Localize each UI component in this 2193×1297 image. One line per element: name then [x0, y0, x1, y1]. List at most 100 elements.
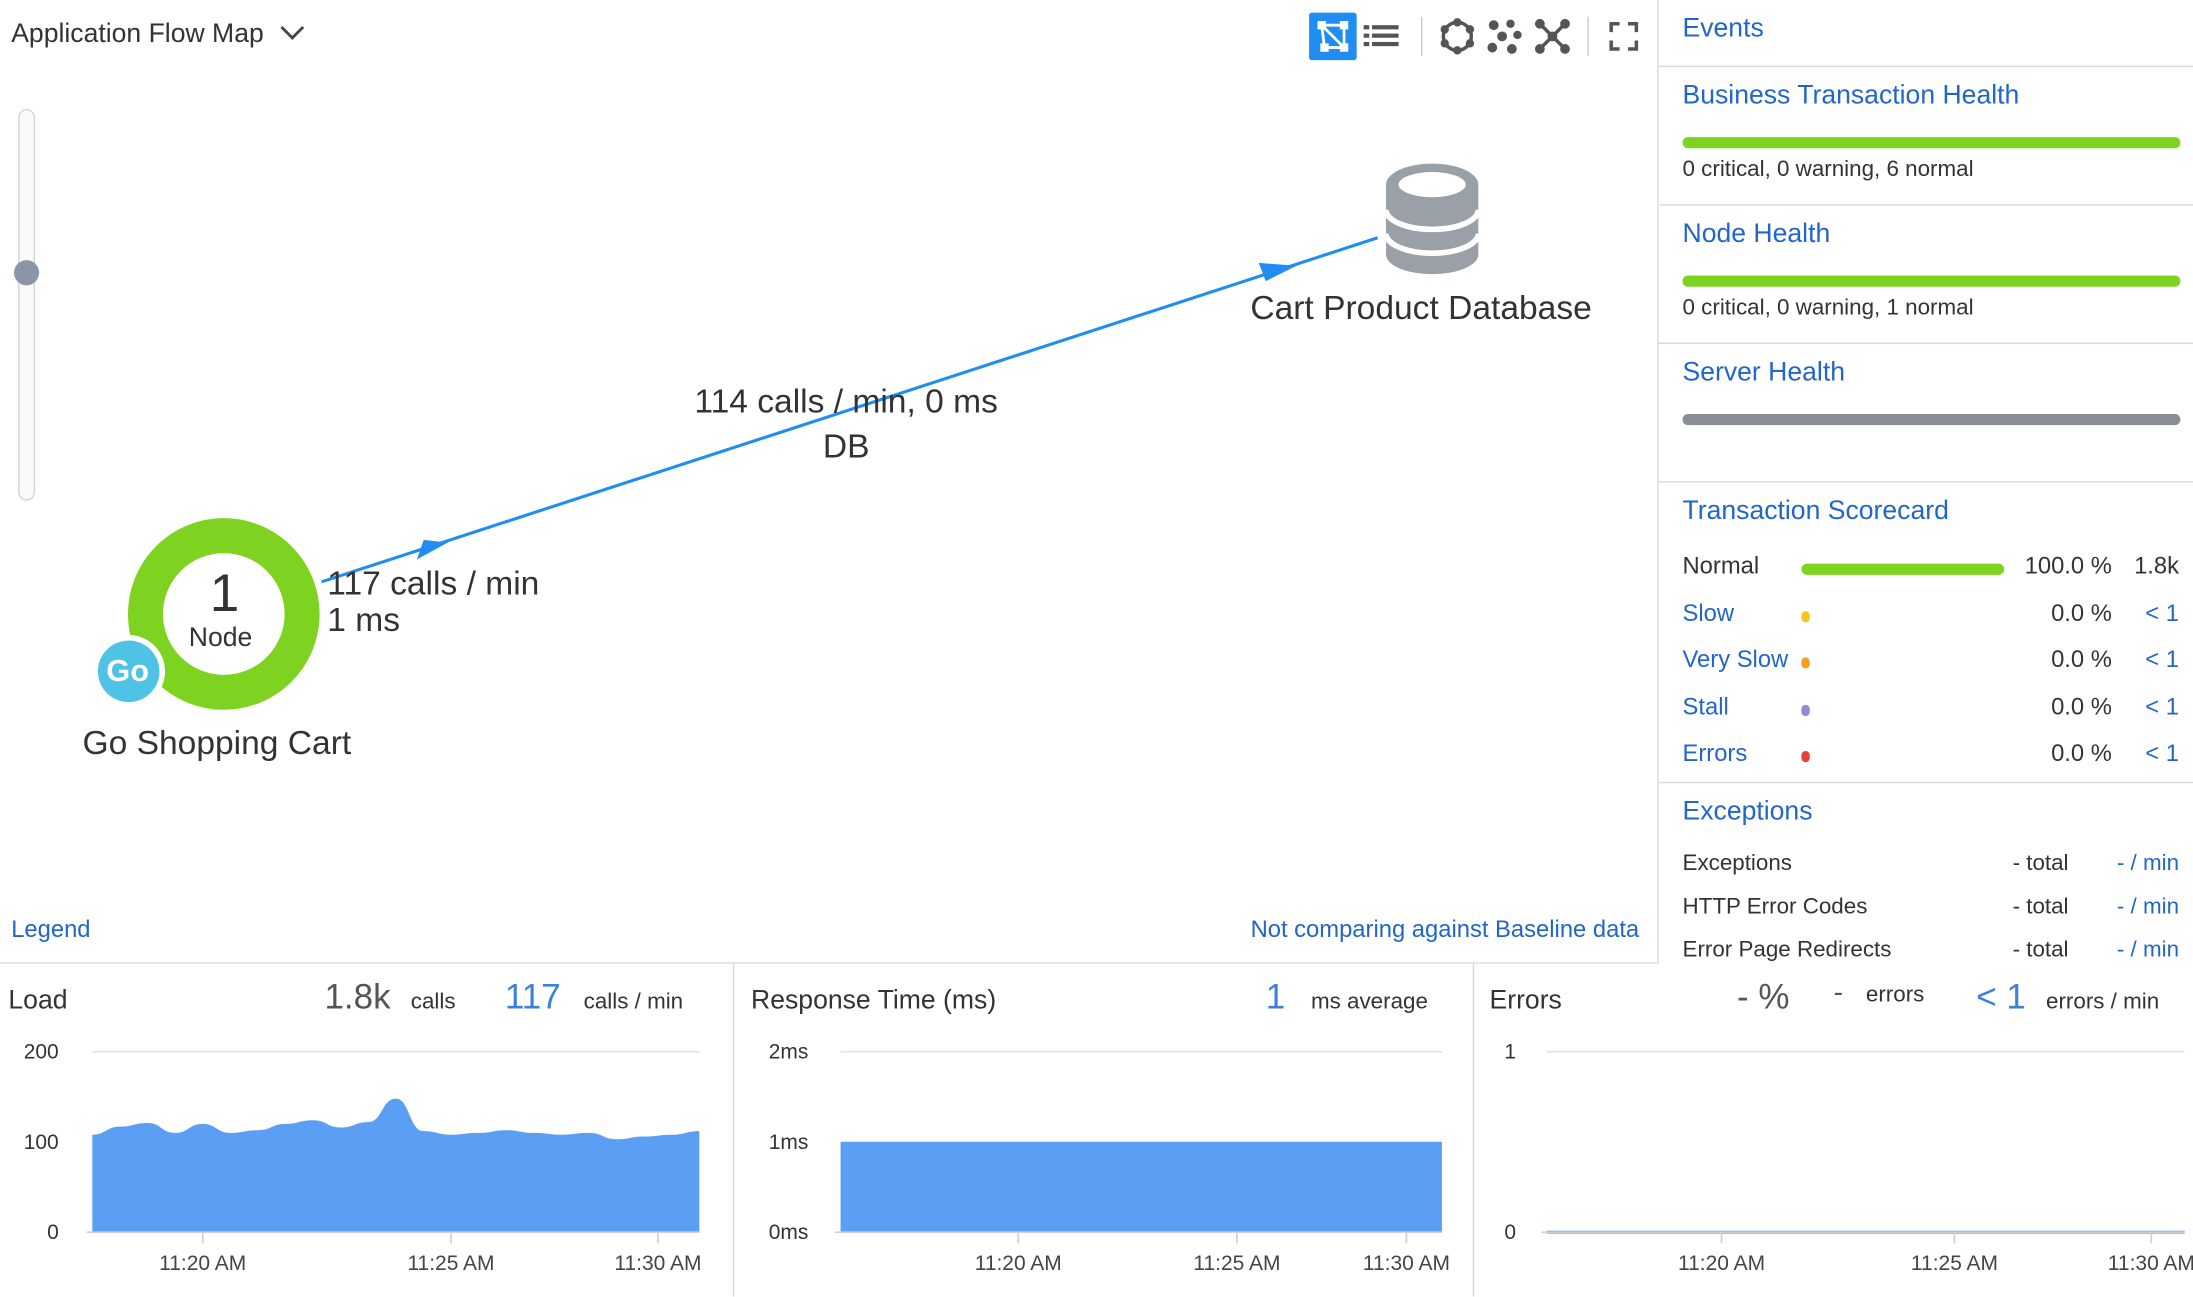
scorecard-status-dot [1801, 610, 1810, 622]
x-tick-label: 11:25 AM [407, 1252, 494, 1275]
errors-rate-value: < 1 [1976, 977, 2026, 1017]
y-tick-label: 2ms [769, 1041, 809, 1064]
server-health-bar[interactable] [1682, 413, 2181, 426]
scorecard-row-percent: 0.0 % [2051, 599, 2112, 626]
y-tick-label: 200 [24, 1041, 59, 1064]
load-chart[interactable]: 0 100 200 11:20 AM 11:25 AM 11:30 AM [0, 1034, 733, 1297]
errors-panel: Errors - % - errors < 1 errors / min 011… [1474, 964, 2193, 1297]
y-tick-label: 1 [1504, 1041, 1516, 1064]
exceptions-section: Exceptions Exceptions - total - / min HTTP … [1659, 783, 2193, 962]
events-link[interactable]: Events [1683, 14, 1764, 45]
scorecard-row-slow[interactable]: Slow 0.0 % < 1 [1659, 599, 2193, 633]
flow-edges [92, 163, 1482, 710]
x-tick-label: 11:30 AM [614, 1252, 701, 1275]
x-tick-label: 11:20 AM [975, 1252, 1062, 1275]
load-rate-stat: 117 calls / min [505, 978, 683, 1019]
outgoing-edge-latency: 1 ms [327, 601, 401, 640]
errors-title: Errors [1489, 986, 1562, 1016]
exceptions-row-name: Exceptions [1682, 851, 1792, 876]
baseline-link[interactable]: Not comparing against Baseline data [1251, 916, 1640, 944]
right-panel: Events Business Transaction Health 0 cri… [1658, 0, 2193, 962]
response-time-panel: Response Time (ms) 1 ms average 0ms 1ms 2m… [734, 964, 1472, 1297]
scorecard-row-very-slow[interactable]: Very Slow 0.0 % < 1 [1659, 646, 2193, 680]
scorecard-row-percent: 100.0 % [2024, 552, 2112, 580]
exceptions-row-rate[interactable]: - / min [2117, 852, 2179, 877]
load-rate-unit: calls / min [583, 990, 684, 1014]
response-avg-value: 1 [1265, 977, 1286, 1017]
response-time-chart[interactable]: 0ms 1ms 2ms 11:20 AM 11:25 AM 11:30 AM [734, 1034, 1472, 1297]
exceptions-row-rate[interactable]: - / min [2117, 938, 2179, 962]
scorecard-row-normal[interactable]: Normal 100.0 % 1.8k [1659, 552, 2193, 586]
errors-rate-unit: errors / min [2046, 990, 2160, 1014]
scorecard-row-name[interactable]: Slow [1683, 599, 1735, 627]
app-node-name[interactable]: Go Shopping Cart [83, 724, 352, 763]
scorecard-normal-bar [1801, 563, 2005, 575]
exceptions-row-name: Error Page Redirects [1682, 938, 1892, 963]
errors-count-unit: errors [1865, 983, 1925, 1007]
scorecard-row-name[interactable]: Stall [1683, 693, 1729, 721]
scorecard-row-percent: 0.0 % [2051, 693, 2112, 720]
edge-arrow-icon [416, 539, 448, 560]
load-panel: Load 1.8k calls 117 calls / min 0 100 200 1… [0, 964, 733, 1297]
scorecard-status-dot [1801, 751, 1810, 763]
scorecard-row-name: Normal [1682, 552, 1760, 580]
server-health-title[interactable]: Server Health [1683, 358, 1845, 389]
exceptions-row-total: - total [2012, 851, 2069, 876]
scorecard-row-name[interactable]: Very Slow [1683, 646, 1789, 674]
load-title: Load [8, 986, 68, 1016]
outgoing-edge-label: 117 calls / min 1 ms [327, 566, 539, 639]
load-calls-value: 1.8k [324, 977, 391, 1017]
scorecard-row-count[interactable]: < 1 [2145, 646, 2179, 674]
db-edge-type: DB [822, 427, 870, 466]
scorecard-row-count[interactable]: < 1 [2145, 740, 2179, 768]
load-calls-stat: 1.8k calls [324, 978, 455, 1019]
node-health-bar[interactable] [1682, 275, 2181, 287]
series-area[interactable] [840, 1141, 1442, 1233]
y-tick-label: 0 [47, 1221, 59, 1244]
exceptions-row-rate[interactable]: - / min [2117, 895, 2179, 920]
scorecard-status-dot [1801, 704, 1810, 716]
db-edge-calls: 114 calls / min, 0 ms [694, 383, 998, 421]
errors-pct-value: - % [1737, 977, 1790, 1017]
scorecard-title[interactable]: Transaction Scorecard [1683, 497, 1949, 528]
scorecard-row-percent: 0.0 % [2051, 646, 2112, 673]
x-tick-label: 11:25 AM [1193, 1252, 1280, 1275]
outgoing-edge-calls: 117 calls / min [327, 565, 540, 603]
exceptions-title[interactable]: Exceptions [1683, 797, 1813, 828]
bt-health-bar[interactable] [1682, 137, 2181, 149]
x-tick-label: 11:30 AM [2108, 1252, 2193, 1275]
events-section: Events [1658, 0, 2193, 68]
x-tick-label: 11:30 AM [1363, 1252, 1450, 1275]
errors-rate-stat: < 1 errors / min [1976, 978, 2159, 1019]
y-tick-label: 0ms [769, 1221, 809, 1244]
response-time-title: Response Time (ms) [751, 986, 997, 1016]
node-count-label: Node [188, 623, 253, 654]
bt-health-summary: 0 critical, 0 warning, 6 normal [1682, 158, 1974, 182]
y-tick-label: 0 [1504, 1221, 1516, 1244]
scorecard-status-dot [1801, 657, 1810, 669]
db-edge-label: 114 calls / min, 0 ms DB [683, 380, 1010, 470]
legend-link[interactable]: Legend [11, 916, 90, 944]
scorecard-row-stall[interactable]: Stall 0.0 % < 1 [1659, 693, 2193, 727]
exceptions-row-total: - total [2012, 895, 2069, 919]
scorecard-row-count: 1.8k [2134, 552, 2180, 580]
server-health-section: Server Health [1658, 344, 2193, 483]
scorecard-row-count[interactable]: < 1 [2145, 599, 2179, 627]
scorecard-row-errors[interactable]: Errors 0.0 % < 1 [1659, 740, 2193, 774]
scorecard-row-count[interactable]: < 1 [2145, 693, 2179, 721]
node-count: 1 [209, 565, 240, 624]
series-area[interactable] [92, 1098, 700, 1233]
database-icon[interactable] [1383, 163, 1482, 275]
exceptions-row-name: HTTP Error Codes [1682, 895, 1868, 919]
response-avg-unit: ms average [1310, 990, 1428, 1014]
load-calls-unit: calls [410, 990, 456, 1014]
y-tick-label: 100 [24, 1131, 59, 1154]
load-rate-value: 117 [504, 977, 561, 1017]
errors-chart[interactable]: 0 1 11:20 AM 11:25 AM 11:30 AM [1474, 1034, 2193, 1297]
errors-count-stat: - errors [1834, 978, 1925, 1010]
errors-count-value: - [1833, 977, 1843, 1009]
db-node-name[interactable]: Cart Product Database [1250, 290, 1591, 329]
scorecard-row-name[interactable]: Errors [1683, 740, 1748, 768]
bt-health-title[interactable]: Business Transaction Health [1683, 81, 2020, 112]
node-health-title[interactable]: Node Health [1683, 220, 1831, 251]
